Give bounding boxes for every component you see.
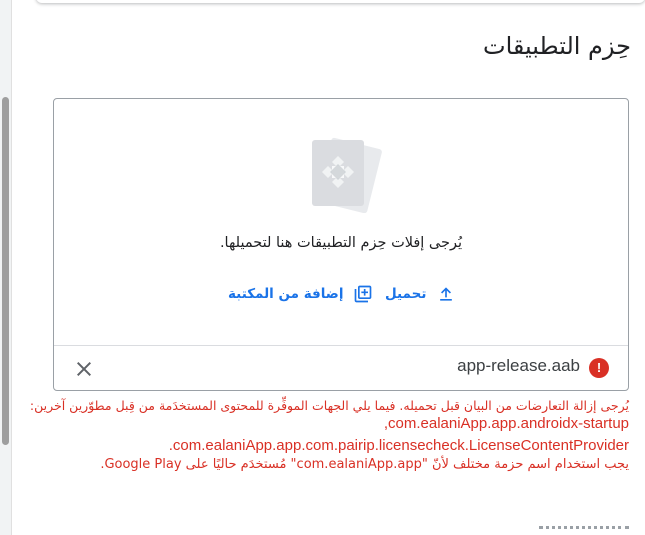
error-icon: !: [589, 358, 609, 378]
error-message-line: يُرجى إزالة التعارضات من البيان قبل تحمي…: [29, 398, 629, 413]
app-bundle-document-icon: [301, 137, 385, 214]
previous-card-edge: [36, 0, 645, 3]
upload-label: تحميل: [385, 286, 427, 302]
add-from-library-button[interactable]: إضافة من المكتبة: [228, 281, 373, 307]
add-from-library-label: إضافة من المكتبة: [228, 286, 344, 302]
file-name: app-release.aab: [457, 356, 580, 375]
left-rail: [0, 0, 12, 535]
remove-file-button[interactable]: [72, 357, 96, 381]
error-package-name: يجب استخدام اسم حزمة مختلف لأنّ "com.eal…: [100, 457, 629, 472]
error-provider-2: com.ealaniApp.app.com.pairip.licensechec…: [168, 437, 629, 454]
upload-icon: [436, 284, 456, 304]
close-icon: [77, 362, 91, 376]
page-title: حِزم التطبيقات: [482, 32, 631, 60]
scrollbar[interactable]: [2, 97, 9, 445]
upload-button[interactable]: تحميل: [385, 281, 456, 307]
add-to-library-icon: [353, 284, 373, 304]
drop-hint: يُرجى إفلات حِزم التطبيقات هنا لتحميلها.: [219, 235, 463, 251]
file-row: ! app-release.aab: [54, 345, 628, 391]
app-bundle-dropzone[interactable]: يُرجى إفلات حِزم التطبيقات هنا لتحميلها.…: [53, 98, 629, 391]
error-provider-1: com.ealaniApp.app.androidx-startup,: [383, 415, 629, 432]
next-section-heading-cut: [489, 520, 629, 535]
